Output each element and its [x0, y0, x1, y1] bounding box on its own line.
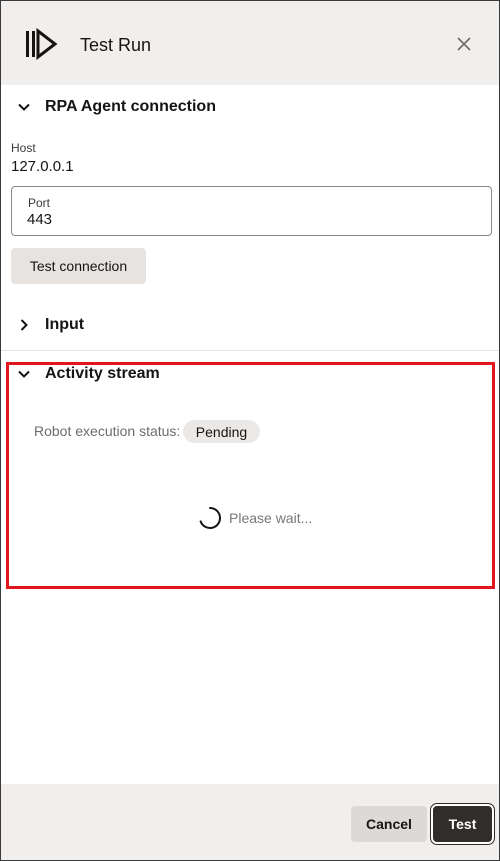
test-button[interactable]: Test — [430, 803, 495, 845]
section-input[interactable]: Input — [13, 313, 84, 337]
panel-title: Test Run — [80, 35, 152, 55]
port-field[interactable]: Port — [11, 186, 492, 236]
close-icon — [457, 37, 471, 51]
rpa-logo-icon — [24, 27, 58, 61]
chevron-right-icon — [13, 314, 35, 336]
test-connection-button[interactable]: Test connection — [11, 248, 146, 284]
port-label: Port — [28, 196, 51, 210]
close-button[interactable] — [451, 31, 477, 57]
port-input[interactable] — [27, 211, 467, 228]
section-rpa-agent-connection[interactable]: RPA Agent connection — [13, 95, 216, 119]
panel-footer: Cancel Test — [1, 784, 499, 860]
section-title-rpa-agent: RPA Agent connection — [45, 98, 216, 115]
panel-header: Test Run — [1, 1, 499, 85]
cancel-button[interactable]: Cancel — [351, 806, 427, 842]
host-label: Host — [11, 141, 36, 155]
section-divider — [1, 350, 499, 351]
chevron-down-icon — [13, 96, 35, 118]
host-value: 127.0.0.1 — [11, 158, 74, 175]
highlight-box — [6, 362, 495, 589]
section-title-input: Input — [45, 316, 85, 333]
test-run-panel: Test Run RPA Agent connection Host 127.0… — [0, 0, 500, 861]
